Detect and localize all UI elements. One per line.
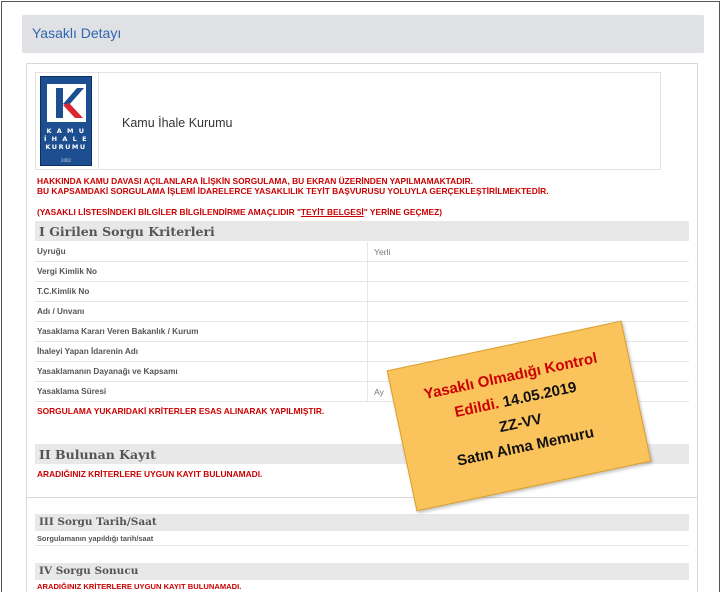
logo-text: K A M U İ H A L E KURUMU [43, 127, 89, 151]
query-time-label: Sorgulamanın yapıldığı tarih/saat [37, 534, 154, 543]
warning-line-1: HAKKINDA KAMU DAVASI AÇILANLARA İLİŞKİN … [37, 176, 473, 186]
criteria-label: Vergi Kimlik No [37, 267, 98, 276]
page-title: Yasaklı Detayı [32, 25, 122, 41]
kik-logo: K A M U İ H A L E KURUMU 2002 [40, 76, 92, 166]
criteria-value: Yerli [374, 247, 391, 257]
criteria-value-cell [367, 262, 689, 282]
criteria-label: Yasaklamanın Dayanağı ve Kapsamı [37, 367, 178, 376]
teyit-belgesi-link[interactable]: TEYİT BELGESİ [301, 207, 364, 217]
page-header: Yasaklı Detayı [22, 15, 704, 53]
logo-year: 2002 [60, 158, 72, 163]
criteria-label: T.C.Kimlik No [37, 287, 90, 296]
section-1-header: I Girilen Sorgu Kriterleri [35, 221, 689, 241]
criteria-row: Vergi Kimlik No [35, 262, 689, 282]
section-2-message: ARADIĞINIZ KRİTERLERE UYGUN KAYIT BULUNA… [37, 469, 263, 479]
section-4-title: IV Sorgu Sonucu [39, 565, 139, 577]
criteria-row: Adı / Unvanı [35, 302, 689, 322]
section-3-header: III Sorgu Tarih/Saat [35, 514, 689, 531]
criteria-row: T.C.Kimlik No [35, 282, 689, 302]
criteria-note: SORGULAMA YUKARIDAKİ KRİTERLER ESAS ALIN… [37, 406, 325, 416]
section-4-header: IV Sorgu Sonucu [35, 563, 689, 580]
k-letter-icon [47, 84, 86, 122]
screenshot-frame: Yasaklı Detayı K A M U İ H A L E KURUMU … [1, 1, 720, 592]
criteria-label: Uyruğu [37, 247, 66, 256]
warning-line-3: (YASAKLI LİSTESİNDEKİ BİLGİLER BİLGİLEND… [37, 207, 443, 217]
warning-line-2: BU KAPSAMDAKİ SORGULAMA İŞLEMİ İDARELERC… [37, 186, 549, 196]
criteria-value-cell: Yerli [367, 242, 689, 262]
logo-divider [98, 73, 99, 169]
criteria-value-cell [367, 282, 689, 302]
section-2-title: II Bulunan Kayıt [39, 447, 156, 462]
criteria-value-cell [367, 322, 689, 342]
criteria-label: Yasaklama Süresi [37, 387, 107, 396]
organization-header: K A M U İ H A L E KURUMU 2002 Kamu İhale… [35, 72, 661, 170]
criteria-label: İhaleyi Yapan İdarenin Adı [37, 347, 139, 356]
section-3-title: III Sorgu Tarih/Saat [39, 516, 157, 528]
criteria-label: Adı / Unvanı [37, 307, 85, 316]
criteria-value-cell [367, 302, 689, 322]
organization-name: Kamu İhale Kurumu [122, 116, 233, 130]
section-1-title: I Girilen Sorgu Kriterleri [39, 224, 215, 239]
criteria-label: Yasaklama Kararı Veren Bakanlık / Kurum [37, 327, 199, 336]
query-result-panel: III Sorgu Tarih/Saat Sorgulamanın yapıld… [26, 497, 698, 592]
section-4-message: ARADIĞINIZ KRİTERLERE UYGUN KAYIT BULUNA… [37, 582, 242, 591]
criteria-row: Uyruğu Yerli [35, 242, 689, 262]
query-time-row: Sorgulamanın yapıldığı tarih/saat [35, 532, 689, 546]
criteria-value: Ay [374, 387, 384, 397]
